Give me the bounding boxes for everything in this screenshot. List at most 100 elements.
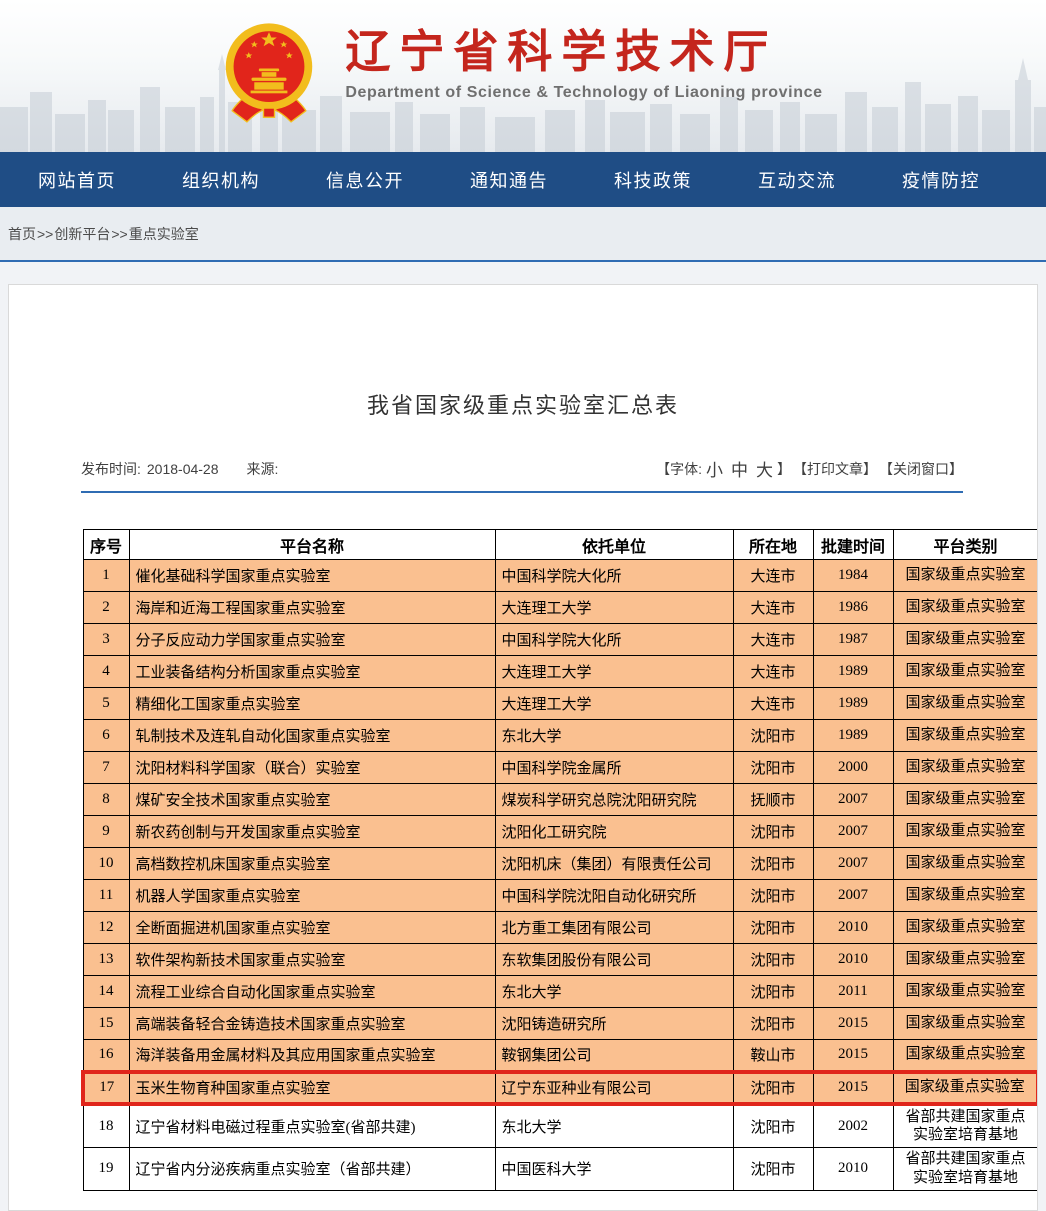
cell-location: 大连市 xyxy=(733,656,813,688)
nav-item-2[interactable]: 信息公开 xyxy=(326,167,404,193)
cell-year: 1989 xyxy=(813,656,893,688)
cell-index: 4 xyxy=(83,656,129,688)
cell-institution: 沈阳铸造研究所 xyxy=(495,1008,733,1040)
cell-index: 11 xyxy=(83,880,129,912)
laboratory-summary-table: 序号 平台名称 依托单位 所在地 批建时间 平台类别 1催化基础科学国家重点实验… xyxy=(81,529,1038,1191)
cell-category: 国家级重点实验室 xyxy=(893,880,1038,912)
nav-item-3[interactable]: 通知通告 xyxy=(470,167,548,193)
cell-platform-name: 精细化工国家重点实验室 xyxy=(129,688,495,720)
cell-index: 5 xyxy=(83,688,129,720)
cell-platform-name: 机器人学国家重点实验室 xyxy=(129,880,495,912)
cell-category: 国家级重点实验室 xyxy=(893,656,1038,688)
cell-index: 13 xyxy=(83,944,129,976)
cell-institution: 中国科学院大化所 xyxy=(495,560,733,592)
table-row: 5精细化工国家重点实验室大连理工大学大连市1989国家级重点实验室 xyxy=(83,688,1038,720)
cell-year: 2011 xyxy=(813,976,893,1008)
cell-location: 沈阳市 xyxy=(733,1148,813,1191)
cell-category: 国家级重点实验室 xyxy=(893,688,1038,720)
table-row: 9新农药创制与开发国家重点实验室沈阳化工研究院沈阳市2007国家级重点实验室 xyxy=(83,816,1038,848)
site-subtitle-english: Department of Science & Technology of Li… xyxy=(345,84,822,102)
cell-institution: 大连理工大学 xyxy=(495,688,733,720)
cell-index: 18 xyxy=(83,1104,129,1148)
cell-platform-name: 沈阳材料科学国家（联合）实验室 xyxy=(129,752,495,784)
breadcrumb-innovation-platform[interactable]: 创新平台 xyxy=(54,224,110,244)
cell-year: 2002 xyxy=(813,1104,893,1148)
main-navigation: 网站首页 组织机构 信息公开 通知通告 科技政策 互动交流 疫情防控 xyxy=(0,152,1046,207)
cell-institution: 东北大学 xyxy=(495,1104,733,1148)
table-row: 6轧制技术及连轧自动化国家重点实验室东北大学沈阳市1989国家级重点实验室 xyxy=(83,720,1038,752)
font-size-small-button[interactable]: 小 xyxy=(706,456,723,481)
cell-location: 沈阳市 xyxy=(733,816,813,848)
cell-index: 9 xyxy=(83,816,129,848)
cell-category: 国家级重点实验室 xyxy=(893,976,1038,1008)
cell-platform-name: 辽宁省材料电磁过程重点实验室(省部共建) xyxy=(129,1104,495,1148)
cell-year: 2010 xyxy=(813,912,893,944)
cell-category: 国家级重点实验室 xyxy=(893,720,1038,752)
cell-institution: 东北大学 xyxy=(495,976,733,1008)
publish-info: 发布时间:2018-04-28来源: xyxy=(81,459,284,479)
print-article-button[interactable]: 【打印文章】 xyxy=(793,459,877,479)
table-row: 8煤矿安全技术国家重点实验室煤炭科学研究总院沈阳研究院抚顺市2007国家级重点实… xyxy=(83,784,1038,816)
cell-year: 2007 xyxy=(813,816,893,848)
cell-platform-name: 辽宁省内分泌疾病重点实验室（省部共建） xyxy=(129,1148,495,1191)
cell-index: 14 xyxy=(83,976,129,1008)
cell-index: 1 xyxy=(83,560,129,592)
source-label: 来源: xyxy=(247,461,279,477)
cell-platform-name: 玉米生物育种国家重点实验室 xyxy=(129,1072,495,1104)
font-size-large-button[interactable]: 大 xyxy=(756,456,773,481)
cell-platform-name: 煤矿安全技术国家重点实验室 xyxy=(129,784,495,816)
cell-location: 沈阳市 xyxy=(733,976,813,1008)
cell-year: 1986 xyxy=(813,592,893,624)
nav-item-6[interactable]: 疫情防控 xyxy=(902,167,980,193)
cell-index: 6 xyxy=(83,720,129,752)
cell-year: 1984 xyxy=(813,560,893,592)
font-size-medium-button[interactable]: 中 xyxy=(731,456,748,481)
table-row: 11机器人学国家重点实验室中国科学院沈阳自动化研究所沈阳市2007国家级重点实验… xyxy=(83,880,1038,912)
nav-item-5[interactable]: 互动交流 xyxy=(758,167,836,193)
nav-item-0[interactable]: 网站首页 xyxy=(38,167,116,193)
cell-year: 2007 xyxy=(813,880,893,912)
cell-year: 2010 xyxy=(813,1148,893,1191)
site-title: 辽宁省科学技术厅 xyxy=(345,28,822,75)
nav-item-4[interactable]: 科技政策 xyxy=(614,167,692,193)
cell-index: 10 xyxy=(83,848,129,880)
cell-platform-name: 高档数控机床国家重点实验室 xyxy=(129,848,495,880)
cell-platform-name: 分子反应动力学国家重点实验室 xyxy=(129,624,495,656)
cell-location: 沈阳市 xyxy=(733,1104,813,1148)
font-size-label-suffix: 】 xyxy=(777,459,791,479)
cell-location: 鞍山市 xyxy=(733,1040,813,1072)
article-card: 我省国家级重点实验室汇总表 发布时间:2018-04-28来源: 【字体: 小 … xyxy=(8,284,1038,1211)
cell-category: 省部共建国家重点实验室培育基地 xyxy=(893,1104,1038,1148)
cell-institution: 辽宁东亚种业有限公司 xyxy=(495,1072,733,1104)
cell-institution: 沈阳化工研究院 xyxy=(495,816,733,848)
cell-location: 大连市 xyxy=(733,688,813,720)
cell-category: 国家级重点实验室 xyxy=(893,592,1038,624)
header-year-approved: 批建时间 xyxy=(813,530,893,560)
blue-divider-line xyxy=(81,491,963,493)
table-row: 16海洋装备用金属材料及其应用国家重点实验室鞍钢集团公司鞍山市2015国家级重点… xyxy=(83,1040,1038,1072)
breadcrumb-home[interactable]: 首页 xyxy=(8,224,36,244)
cell-platform-name: 软件架构新技术国家重点实验室 xyxy=(129,944,495,976)
cell-category: 省部共建国家重点实验室培育基地 xyxy=(893,1148,1038,1191)
cell-category: 国家级重点实验室 xyxy=(893,1040,1038,1072)
cell-institution: 煤炭科学研究总院沈阳研究院 xyxy=(495,784,733,816)
cell-location: 抚顺市 xyxy=(733,784,813,816)
cell-category: 国家级重点实验室 xyxy=(893,560,1038,592)
cell-year: 2015 xyxy=(813,1008,893,1040)
header-platform-name: 平台名称 xyxy=(129,530,495,560)
cell-category: 国家级重点实验室 xyxy=(893,784,1038,816)
close-window-button[interactable]: 【关闭窗口】 xyxy=(879,459,963,479)
table-row: 14流程工业综合自动化国家重点实验室东北大学沈阳市2011国家级重点实验室 xyxy=(83,976,1038,1008)
cell-index: 2 xyxy=(83,592,129,624)
cell-platform-name: 轧制技术及连轧自动化国家重点实验室 xyxy=(129,720,495,752)
breadcrumb-key-laboratory: 重点实验室 xyxy=(129,224,199,244)
cell-platform-name: 新农药创制与开发国家重点实验室 xyxy=(129,816,495,848)
nav-item-1[interactable]: 组织机构 xyxy=(182,167,260,193)
article-meta-bar: 发布时间:2018-04-28来源: 【字体: 小 中 大 】 【打印文章】 【… xyxy=(81,456,963,481)
cell-platform-name: 海岸和近海工程国家重点实验室 xyxy=(129,592,495,624)
table-row: 4工业装备结构分析国家重点实验室大连理工大学大连市1989国家级重点实验室 xyxy=(83,656,1038,688)
table-row: 1催化基础科学国家重点实验室中国科学院大化所大连市1984国家级重点实验室 xyxy=(83,560,1038,592)
cell-location: 沈阳市 xyxy=(733,752,813,784)
table-row: 19辽宁省内分泌疾病重点实验室（省部共建）中国医科大学沈阳市2010省部共建国家… xyxy=(83,1148,1038,1191)
cell-category: 国家级重点实验室 xyxy=(893,1072,1038,1104)
